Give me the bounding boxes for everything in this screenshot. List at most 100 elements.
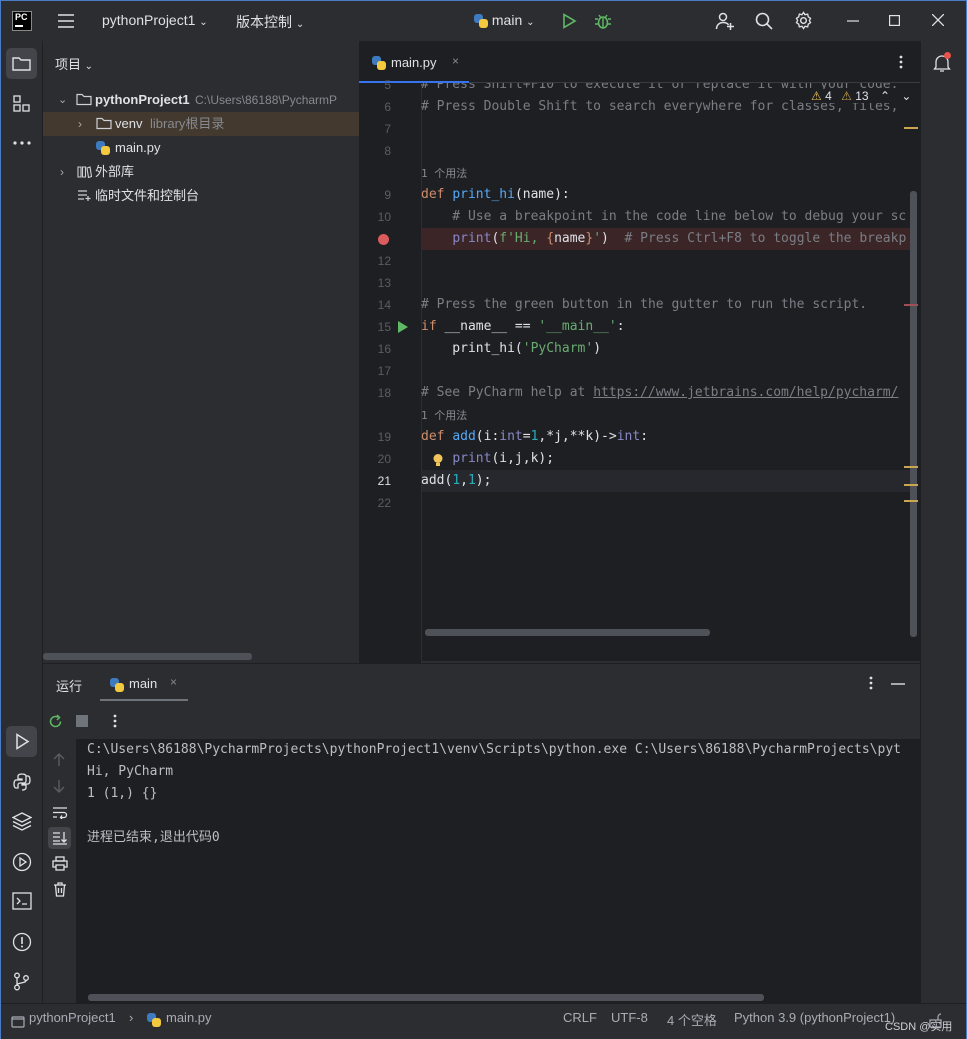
print-icon[interactable]: [52, 856, 68, 871]
arrow-up-icon[interactable]: [53, 753, 65, 767]
terminal-icon[interactable]: [12, 892, 32, 910]
problems-icon[interactable]: [12, 932, 32, 952]
chevron-down-icon: ⌄: [199, 17, 208, 28]
weak-warning-icon: ⚠: [841, 89, 852, 103]
line-number: 16: [377, 342, 391, 356]
run-console[interactable]: C:\Users\86188\PycharmProjects\pythonPro…: [76, 739, 920, 1004]
project-panel-header[interactable]: 项目 ⌄: [55, 54, 93, 73]
project-tool-button[interactable]: [6, 48, 37, 79]
close-icon[interactable]: [932, 14, 944, 26]
inline-comment: # Press Ctrl+F8 to toggle the breakp: [608, 231, 907, 246]
usages-hint[interactable]: 1 个用法: [421, 165, 467, 181]
vcs-label: 版本控制: [236, 14, 292, 30]
project-horizontal-scrollbar[interactable]: [43, 653, 252, 660]
services-icon[interactable]: [12, 852, 32, 872]
tree-item-root[interactable]: ⌄ pythonProject1 C:\Users\86188\PycharmP: [43, 88, 359, 112]
main-menu-icon[interactable]: [57, 13, 75, 29]
more-actions-icon[interactable]: [113, 714, 117, 728]
chevron-up-icon[interactable]: ⌃: [880, 89, 890, 103]
run-tool-button[interactable]: [6, 726, 37, 757]
vcs-widget[interactable]: 版本控制 ⌄: [236, 12, 304, 32]
console-horizontal-scrollbar[interactable]: [88, 994, 764, 1001]
title-bar: PC pythonProject1 ⌄ 版本控制 ⌄ main ⌄: [1, 1, 966, 41]
tab-options-icon[interactable]: [899, 55, 903, 69]
pycharm-logo-icon: PC: [12, 11, 32, 31]
git-icon[interactable]: [13, 972, 30, 991]
project-panel-title: 项目: [55, 57, 82, 72]
breadcrumb-file[interactable]: main.py: [166, 1010, 212, 1025]
python-file-icon: [147, 1013, 161, 1027]
error-stripe-marker: [904, 304, 918, 306]
code-line: # See PyCharm help at https://www.jetbra…: [421, 382, 898, 404]
maximize-icon[interactable]: [889, 15, 900, 26]
tree-item-external-libs[interactable]: › 外部库: [43, 160, 359, 184]
editor-horizontal-scrollbar[interactable]: [425, 629, 710, 636]
settings-gear-icon[interactable]: [794, 11, 813, 30]
chevron-down-icon: ⌄: [58, 94, 68, 106]
editor-vertical-scrollbar[interactable]: [910, 191, 917, 637]
tree-item-scratches[interactable]: 临时文件和控制台: [43, 184, 359, 208]
main-file-label: main.py: [115, 140, 161, 155]
run-tool-icon: [16, 733, 30, 750]
close-tab-icon[interactable]: ×: [452, 54, 459, 68]
structure-icon[interactable]: [13, 95, 30, 112]
options-icon[interactable]: [869, 676, 873, 690]
project-widget[interactable]: pythonProject1 ⌄: [102, 12, 208, 28]
inspections-widget[interactable]: ⚠ 4 ⚠ 13 ⌃ ⌄: [807, 89, 916, 103]
python-console-icon[interactable]: [12, 772, 32, 792]
run-config-selector[interactable]: main ⌄: [474, 12, 535, 29]
run-gutter-icon[interactable]: [398, 321, 408, 333]
lightbulb-icon[interactable]: [432, 453, 444, 468]
ide-window: PC pythonProject1 ⌄ 版本控制 ⌄ main ⌄ 项目 ⌄ ⌄…: [0, 0, 967, 1039]
search-icon[interactable]: [755, 12, 773, 30]
code-line: print_hi('PyCharm'): [421, 341, 602, 356]
chevron-right-icon: ›: [78, 117, 82, 131]
minimize-icon[interactable]: [847, 20, 859, 22]
chevron-down-icon[interactable]: ⌄: [901, 89, 911, 103]
folder-icon: [76, 93, 92, 106]
venv-hint: library根目录: [150, 116, 225, 131]
run-icon[interactable]: [561, 13, 577, 29]
python-file-icon: [372, 56, 386, 70]
root-project-path: C:\Users\86188\PycharmP: [195, 93, 338, 107]
interpreter-widget[interactable]: Python 3.9 (pythonProject1): [734, 1010, 895, 1025]
tree-item-venv[interactable]: › venv library根目录: [43, 112, 359, 136]
line-number: 21: [377, 474, 391, 488]
stop-icon[interactable]: [76, 715, 88, 727]
add-user-icon[interactable]: [715, 11, 735, 31]
help-link[interactable]: https://www.jetbrains.com/help/pycharm/: [593, 385, 898, 400]
scroll-to-end-icon: [53, 832, 67, 845]
line-separator-widget[interactable]: CRLF: [563, 1010, 597, 1025]
scroll-to-end-button[interactable]: [48, 827, 71, 849]
arrow-down-icon[interactable]: [53, 779, 65, 793]
editor-gutter[interactable]: 5 6 7 8 9 10 12 13 14 15 16 17 18 19 20 …: [359, 78, 421, 679]
encoding-widget[interactable]: UTF-8: [611, 1010, 648, 1025]
close-tab-icon[interactable]: ×: [170, 675, 177, 689]
console-line: 进程已结束,退出代码0: [87, 830, 220, 845]
console-line: Hi, PyCharm: [87, 764, 174, 779]
usages-hint[interactable]: 1 个用法: [421, 407, 467, 423]
indent-widget[interactable]: 4 个空格: [667, 1010, 717, 1029]
run-config-name: main: [491, 12, 523, 28]
library-icon: [77, 166, 92, 178]
trash-icon[interactable]: [53, 882, 67, 897]
debug-icon[interactable]: [594, 12, 612, 30]
tree-item-main-py[interactable]: main.py: [43, 136, 359, 160]
line-number: 10: [377, 210, 391, 224]
hide-panel-icon[interactable]: [891, 683, 905, 685]
breakpoint-icon[interactable]: [378, 234, 389, 245]
soft-wrap-icon[interactable]: [52, 806, 68, 819]
run-tab-main[interactable]: main ×: [100, 668, 188, 701]
line-number: 6: [384, 100, 391, 114]
line-number: 20: [377, 452, 391, 466]
python-packages-icon[interactable]: [12, 812, 32, 831]
breadcrumb-project[interactable]: pythonProject1: [29, 1010, 116, 1025]
line-number: 7: [384, 122, 391, 136]
more-tools-icon[interactable]: [13, 141, 31, 145]
lock-icon[interactable]: [929, 1013, 942, 1028]
rerun-icon[interactable]: [48, 714, 63, 729]
project-panel: 项目 ⌄ ⌄ pythonProject1 C:\Users\86188\Pyc…: [43, 41, 359, 661]
code-editor: main.py × 5 6 7 8 9 10 12 13 14 15 16 17…: [359, 41, 920, 679]
code-area[interactable]: # Press Shift+F10 to execute it or repla…: [421, 83, 917, 679]
line-number: 8: [384, 144, 391, 158]
